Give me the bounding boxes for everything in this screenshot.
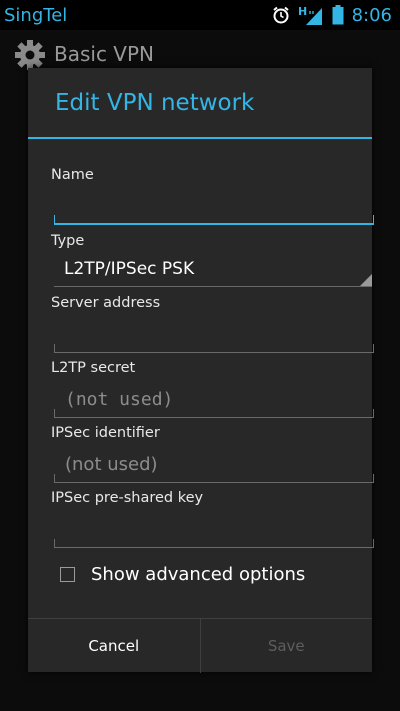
battery-icon — [332, 5, 344, 25]
ipsec-identifier-label: IPSec identifier — [51, 425, 160, 441]
name-label: Name — [51, 167, 94, 183]
save-button[interactable]: Save — [201, 619, 373, 673]
title-divider — [28, 137, 372, 139]
dialog-button-bar: Cancel Save — [28, 618, 372, 673]
cancel-button[interactable]: Cancel — [28, 619, 201, 673]
l2tp-secret-placeholder: (not used) — [65, 389, 174, 410]
type-value: L2TP/IPSec PSK — [64, 259, 195, 279]
hspa-signal-icon: H — [298, 5, 322, 25]
advanced-options-checkbox[interactable] — [60, 566, 75, 582]
status-bar: SingTel H 8:06 — [0, 0, 400, 30]
name-input[interactable] — [54, 215, 374, 225]
type-spinner[interactable]: L2TP/IPSec PSK — [54, 253, 372, 287]
advanced-options-row[interactable]: Show advanced options — [60, 561, 305, 587]
ipsec-psk-label: IPSec pre-shared key — [51, 490, 204, 506]
edit-vpn-dialog: Edit VPN network Name Type L2TP/IPSec PS… — [28, 68, 374, 673]
settings-gear-icon — [15, 40, 45, 70]
l2tp-secret-label: L2TP secret — [51, 360, 136, 376]
ipsec-identifier-placeholder: (not used) — [65, 454, 158, 475]
l2tp-secret-input[interactable] — [54, 409, 374, 418]
dialog-title: Edit VPN network — [55, 90, 255, 116]
carrier-label: SingTel — [4, 5, 68, 26]
dropdown-arrow-icon — [360, 274, 372, 286]
background-title: Basic VPN — [54, 42, 155, 66]
server-address-input[interactable] — [54, 344, 374, 353]
clock: 8:06 — [351, 4, 392, 26]
status-icons: H 8:06 — [272, 4, 392, 26]
ipsec-identifier-input[interactable] — [54, 474, 374, 483]
server-address-label: Server address — [51, 295, 161, 311]
svg-text:H: H — [298, 5, 307, 18]
type-label: Type — [51, 233, 85, 249]
ipsec-psk-input[interactable] — [54, 539, 374, 548]
advanced-options-label: Show advanced options — [91, 563, 306, 585]
alarm-icon — [272, 6, 289, 24]
